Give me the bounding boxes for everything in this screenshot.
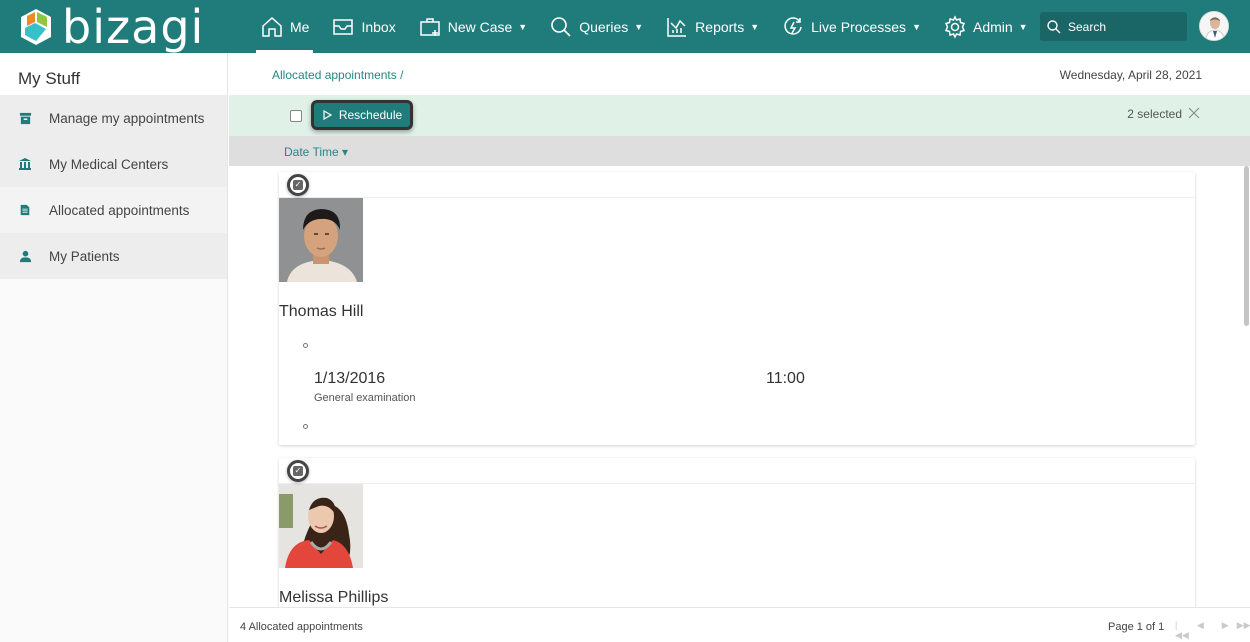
live-processes-icon — [784, 16, 802, 35]
search-input[interactable]: Search — [1040, 12, 1187, 41]
list-scrollbar[interactable] — [1244, 166, 1249, 326]
nav-reports-label: Reports — [695, 18, 745, 35]
breadcrumb[interactable]: Allocated appointments / — [272, 68, 403, 82]
nav-new-case-label: New Case — [447, 18, 513, 35]
sidebar-item-allocated-appointments[interactable]: Allocated appointments — [0, 187, 227, 233]
main-nav: Me Inbox New Case ▼ Queries ▼ Reports ▼ … — [256, 0, 1046, 53]
sort-bar: Date Time ▾ — [229, 136, 1250, 166]
user-avatar[interactable] — [1199, 11, 1229, 41]
sidebar-item-manage-appointments[interactable]: Manage my appointments — [0, 95, 227, 141]
sidebar-item-my-patients[interactable]: My Patients — [0, 233, 227, 279]
nav-queries-label: Queries — [579, 18, 629, 35]
nav-new-case[interactable]: New Case ▼ — [414, 0, 532, 53]
list-bullet — [303, 343, 308, 348]
sidebar-item-label: My Patients — [49, 248, 120, 264]
document-icon — [18, 203, 32, 217]
user-icon — [18, 249, 32, 263]
list-bullet — [303, 424, 308, 429]
patient-photo — [279, 198, 363, 282]
brand-name: bizagi — [62, 0, 205, 54]
sidebar-item-label: Manage my appointments — [49, 110, 205, 126]
nav-reports[interactable]: Reports ▼ — [661, 0, 763, 53]
patient-photo — [279, 484, 363, 568]
chevron-down-icon: ▼ — [912, 21, 921, 32]
search-placeholder: Search — [1068, 19, 1107, 34]
search-icon — [551, 16, 571, 37]
inbox-icon — [333, 18, 354, 35]
reschedule-button[interactable]: Reschedule — [311, 100, 413, 130]
card-header: ✓ — [279, 172, 1195, 198]
appointment-card[interactable]: ✓ Melissa Phillips — [279, 458, 1195, 608]
checkmark-icon: ✓ — [293, 466, 303, 476]
nav-queries[interactable]: Queries ▼ — [545, 0, 647, 53]
nav-me-label: Me — [290, 18, 310, 35]
archive-box-icon — [18, 111, 32, 125]
chevron-down-icon: ▼ — [518, 21, 528, 32]
appointment-date: 1/13/2016 — [314, 370, 386, 387]
page-info: Page 1 of 1 — [1108, 621, 1165, 633]
nav-inbox[interactable]: Inbox — [327, 0, 399, 53]
patient-name: Thomas Hill — [279, 303, 364, 320]
chevron-down-icon: ▼ — [1018, 21, 1028, 32]
selected-count: 2 selected — [1127, 107, 1182, 121]
sidebar: My Stuff Manage my appointments My Medic… — [0, 53, 228, 642]
institution-icon — [18, 157, 32, 171]
main-content: Allocated appointments / Wednesday, Apri… — [229, 53, 1250, 642]
select-all-checkbox[interactable] — [290, 110, 302, 122]
appointment-description: General examination — [314, 392, 416, 404]
list-footer: 4 Allocated appointments Page 1 of 1 |◀◀… — [229, 607, 1250, 642]
first-page-icon[interactable]: |◀◀ — [1175, 620, 1189, 641]
gear-icon — [944, 14, 966, 39]
last-page-icon[interactable]: ▶▶| — [1237, 620, 1250, 641]
card-select-checkbox[interactable]: ✓ — [287, 460, 309, 482]
next-page-icon[interactable]: ▶ — [1222, 620, 1229, 641]
sidebar-item-medical-centers[interactable]: My Medical Centers — [0, 141, 227, 187]
nav-live-processes[interactable]: Live Processes ▼ — [777, 0, 925, 53]
checkmark-icon: ✓ — [293, 180, 303, 190]
home-icon — [262, 16, 282, 37]
chevron-down-icon: ▼ — [634, 21, 644, 32]
nav-live-processes-label: Live Processes — [811, 18, 907, 35]
bizagi-logo-icon — [21, 9, 51, 45]
sidebar-item-label: Allocated appointments — [49, 202, 190, 218]
close-icon[interactable] — [1188, 107, 1200, 119]
reschedule-label: Reschedule — [338, 108, 403, 122]
nav-admin-label: Admin — [972, 18, 1013, 35]
pagination: |◀◀ ◀ ▶ ▶▶| — [1175, 620, 1250, 641]
search-icon — [1047, 19, 1061, 33]
patient-name: Melissa Phillips — [279, 589, 389, 606]
sort-date-time-dropdown[interactable]: Date Time ▾ — [284, 145, 348, 159]
bizagi-logo[interactable]: bizagi — [18, 2, 204, 52]
prev-page-icon[interactable]: ◀ — [1197, 620, 1204, 641]
top-navigation-bar: bizagi Me Inbox New Case ▼ Queries ▼ Rep… — [0, 0, 1250, 53]
nav-admin[interactable]: Admin ▼ — [939, 0, 1032, 53]
appointment-card[interactable]: ✓ Thomas Hill 1/13/2016 General examinat… — [279, 172, 1195, 445]
play-icon — [323, 110, 332, 120]
nav-inbox-label: Inbox — [361, 18, 396, 35]
current-date: Wednesday, April 28, 2021 — [1059, 68, 1202, 82]
sidebar-item-label: My Medical Centers — [49, 156, 169, 172]
appointments-list: ✓ Thomas Hill 1/13/2016 General examinat… — [229, 166, 1239, 608]
new-case-icon — [419, 17, 440, 36]
appointment-time: 11:00 — [766, 370, 805, 387]
appointment-entry: 1/13/2016 General examination 11:00 — [314, 370, 1195, 416]
reports-chart-icon — [667, 17, 687, 37]
selection-action-bar: Reschedule 2 selected — [229, 95, 1250, 136]
nav-me[interactable]: Me — [256, 0, 314, 53]
card-header: ✓ — [279, 458, 1195, 484]
user-avatar-photo — [1200, 12, 1228, 40]
card-select-checkbox[interactable]: ✓ — [287, 174, 309, 196]
sidebar-title: My Stuff — [0, 53, 227, 95]
record-count: 4 Allocated appointments — [240, 621, 363, 633]
chevron-down-icon: ▼ — [750, 21, 760, 32]
